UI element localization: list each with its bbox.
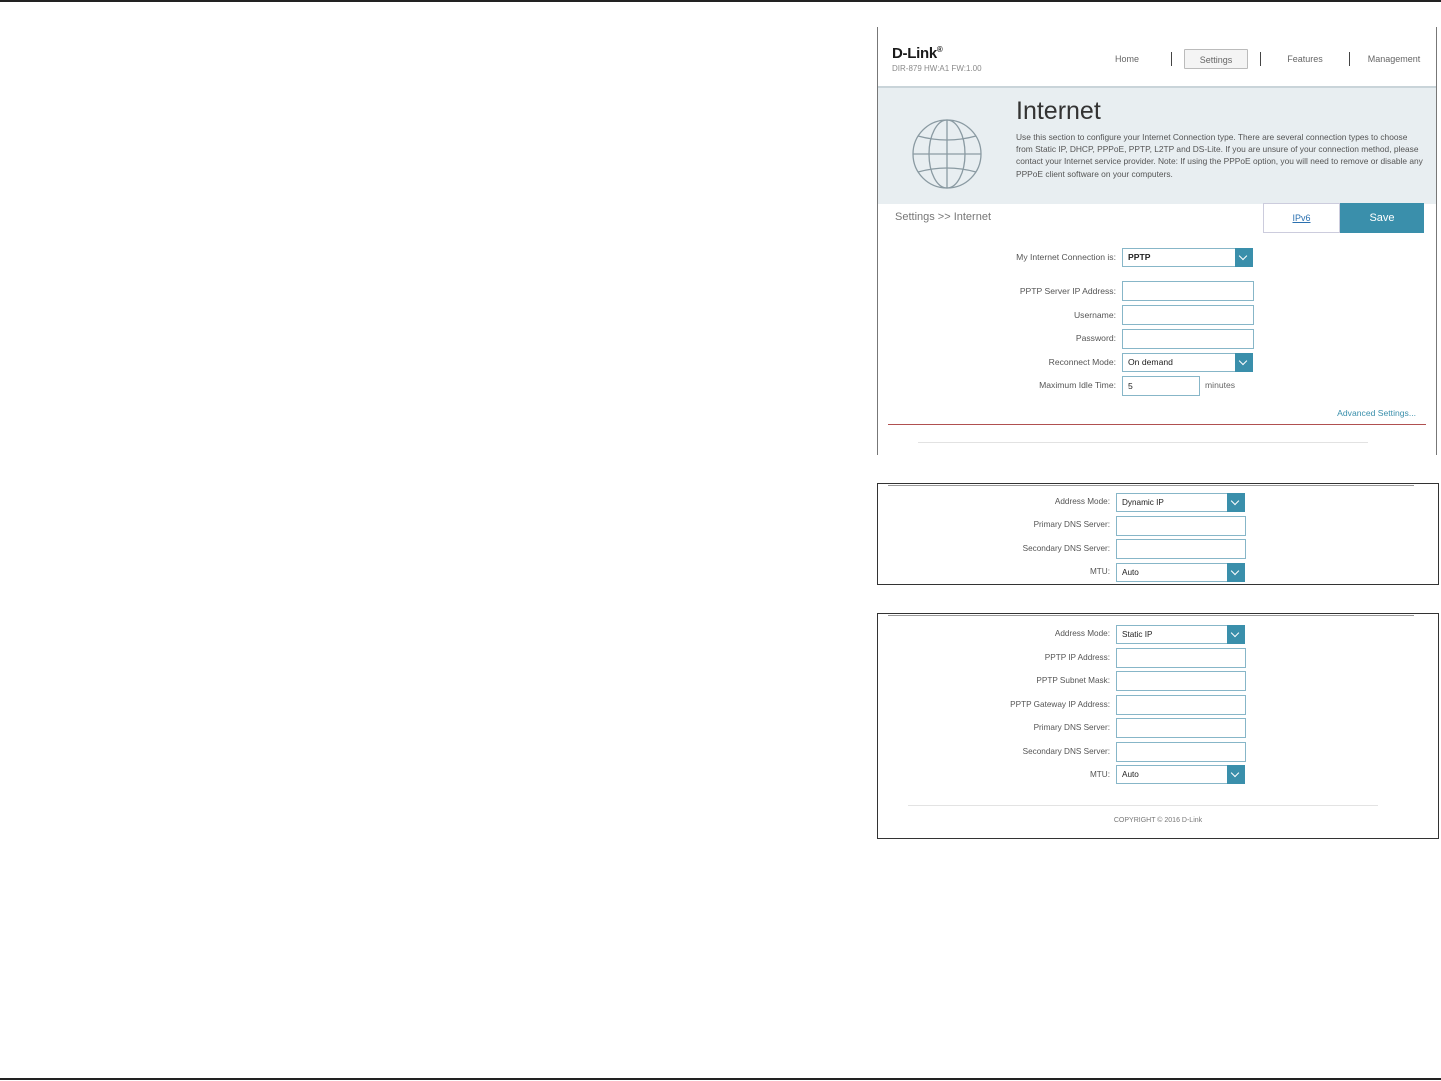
mtu-label: MTU: — [1089, 567, 1110, 576]
nav-divider — [1171, 52, 1172, 66]
page-header-banner: Internet Use this section to configure y… — [878, 86, 1436, 204]
breadcrumb: Settings >> Internet — [895, 211, 992, 223]
idle-time-unit: minutes — [1205, 380, 1236, 390]
pptp-server-ip-input[interactable] — [1122, 281, 1254, 301]
page-description: Use this section to configure your Inter… — [1016, 132, 1423, 179]
section-divider — [888, 424, 1426, 425]
pptp-subnet-mask-label: PPTP Subnet Mask: — [1036, 676, 1110, 685]
footer-divider — [908, 805, 1378, 806]
page-bottom-rule — [0, 1078, 1441, 1080]
secondary-dns-input[interactable] — [1116, 742, 1246, 762]
secondary-dns-label: Secondary DNS Server: — [1022, 544, 1110, 553]
connection-type-select[interactable]: PPTP — [1122, 248, 1253, 267]
nav-management[interactable]: Management — [1350, 49, 1436, 69]
primary-dns-input[interactable] — [1116, 718, 1246, 738]
reconnect-mode-select[interactable]: On demand — [1122, 353, 1253, 372]
model-info: DIR-879 HW:A1 FW:1.00 — [892, 64, 982, 73]
pptp-gateway-ip-input[interactable] — [1116, 695, 1246, 715]
footer-divider — [918, 442, 1368, 443]
address-mode-select[interactable]: Static IP — [1116, 625, 1245, 644]
mtu-select[interactable]: Auto — [1116, 765, 1245, 784]
logo-text: D-Link — [892, 45, 937, 62]
reconnect-mode-label: Reconnect Mode: — [1048, 357, 1116, 367]
nav-home[interactable]: Home — [1083, 49, 1171, 69]
connection-type-label: My Internet Connection is: — [1016, 252, 1116, 262]
pptp-gateway-ip-label: PPTP Gateway IP Address: — [1010, 700, 1110, 709]
connection-type-value: PPTP — [1128, 252, 1151, 262]
chevron-down-icon[interactable] — [1235, 248, 1253, 267]
password-label: Password: — [1075, 333, 1116, 343]
pptp-ip-address-input[interactable] — [1116, 648, 1246, 668]
address-mode-label: Address Mode: — [1054, 629, 1110, 638]
dlink-logo: D-Link® — [892, 45, 943, 62]
address-mode-value: Dynamic IP — [1122, 498, 1164, 507]
nav-features[interactable]: Features — [1261, 49, 1349, 69]
chevron-down-icon[interactable] — [1227, 563, 1245, 582]
primary-dns-label: Primary DNS Server: — [1033, 520, 1110, 529]
reconnect-mode-value: On demand — [1128, 357, 1173, 367]
mtu-label: MTU: — [1089, 770, 1110, 779]
logo-registered-mark: ® — [936, 45, 943, 54]
static-ip-panel: Address Mode: Static IP PPTP IP Address:… — [877, 613, 1439, 839]
chevron-down-icon[interactable] — [1227, 493, 1245, 512]
address-mode-label: Address Mode: — [1054, 497, 1110, 506]
panel-top-rule — [888, 485, 1414, 486]
pptp-ip-address-label: PPTP IP Address: — [1044, 653, 1110, 662]
page-top-rule — [0, 0, 1441, 2]
globe-icon — [912, 119, 982, 189]
top-nav: Home Settings Features Management — [1083, 49, 1436, 69]
panel-top-rule — [888, 615, 1414, 616]
ipv6-link[interactable]: IPv6 — [1263, 203, 1340, 233]
mtu-select[interactable]: Auto — [1116, 563, 1245, 582]
address-mode-value: Static IP — [1122, 630, 1153, 639]
username-label: Username: — [1073, 310, 1116, 320]
max-idle-time-input[interactable]: 5 — [1122, 376, 1200, 396]
dynamic-ip-panel: Address Mode: Dynamic IP Primary DNS Ser… — [877, 483, 1439, 585]
advanced-settings-link[interactable]: Advanced Settings... — [1337, 408, 1416, 418]
chevron-down-icon[interactable] — [1235, 353, 1253, 372]
nav-settings[interactable]: Settings — [1184, 49, 1248, 69]
pptp-server-ip-label: PPTP Server IP Address: — [1019, 286, 1116, 296]
chevron-down-icon[interactable] — [1227, 625, 1245, 644]
max-idle-time-label: Maximum Idle Time: — [1039, 380, 1116, 390]
secondary-dns-label: Secondary DNS Server: — [1022, 747, 1110, 756]
chevron-down-icon[interactable] — [1227, 765, 1245, 784]
secondary-dns-input[interactable] — [1116, 539, 1246, 559]
primary-dns-input[interactable] — [1116, 516, 1246, 536]
internet-settings-window: D-Link® DIR-879 HW:A1 FW:1.00 Home Setti… — [877, 27, 1437, 455]
mtu-value: Auto — [1122, 568, 1139, 577]
password-input[interactable] — [1122, 329, 1254, 349]
mtu-value: Auto — [1122, 770, 1139, 779]
save-button[interactable]: Save — [1340, 203, 1424, 233]
address-mode-select[interactable]: Dynamic IP — [1116, 493, 1245, 512]
copyright-text: COPYRIGHT © 2016 D-Link — [1113, 817, 1203, 824]
primary-dns-label: Primary DNS Server: — [1033, 723, 1110, 732]
page-title: Internet — [1016, 97, 1101, 125]
pptp-subnet-mask-input[interactable] — [1116, 671, 1246, 691]
username-input[interactable] — [1122, 305, 1254, 325]
